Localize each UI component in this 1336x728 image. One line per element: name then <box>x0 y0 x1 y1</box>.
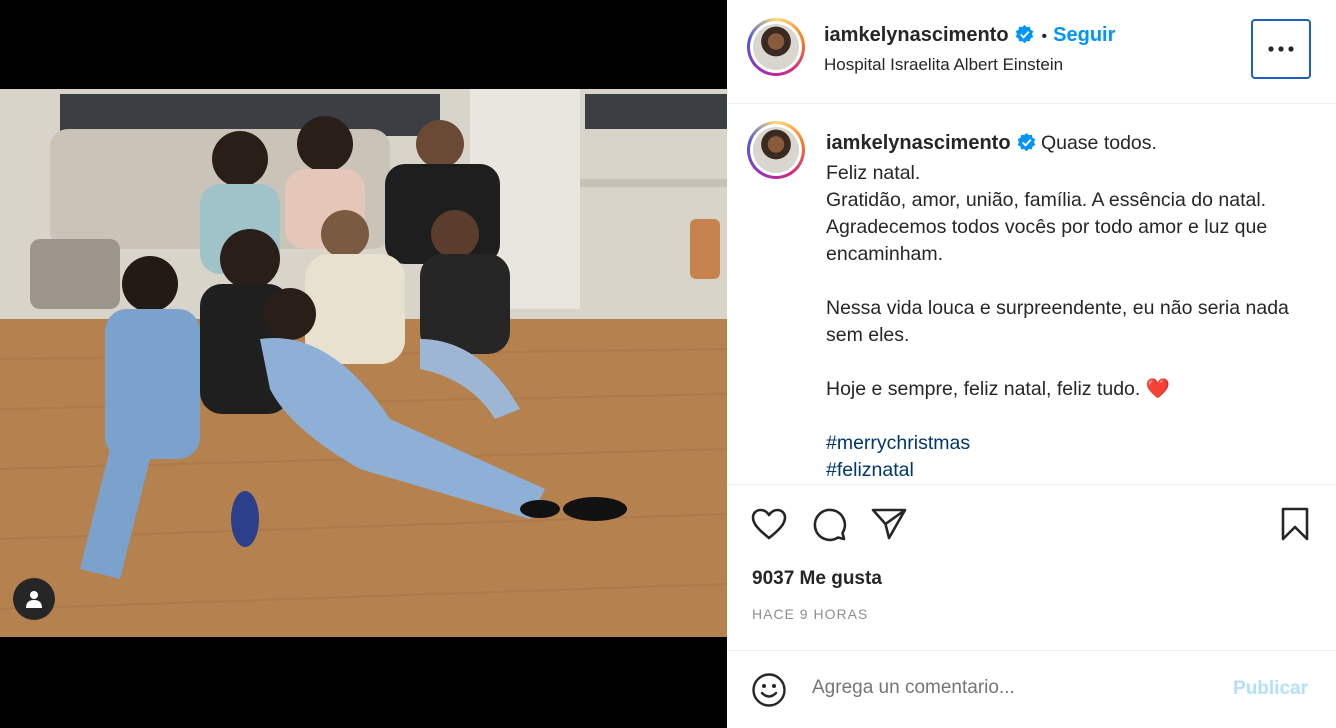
emoji-icon <box>752 673 786 707</box>
caption-line: Gratidão, amor, união, família. A essênc… <box>826 189 1268 265</box>
comment-input[interactable] <box>812 677 1192 699</box>
verified-badge-icon <box>1017 133 1036 160</box>
follow-button[interactable]: Seguir <box>1053 24 1115 46</box>
caption-line: Quase todos. <box>1040 132 1157 154</box>
media-pane <box>0 0 727 728</box>
caption-line: Nessa vida louca e surpreendente, eu não… <box>826 297 1289 346</box>
post-details-panel: iamkelynascimento • Seguir Hospital Israel… <box>727 0 1336 728</box>
comment-bubble-icon <box>813 508 847 542</box>
post-header: iamkelynascimento • Seguir Hospital Israel… <box>727 0 1336 104</box>
caption-avatar[interactable] <box>747 121 805 179</box>
paper-plane-icon <box>871 508 907 540</box>
post-timestamp[interactable]: HACE 9 HORAS <box>752 606 868 622</box>
author-username[interactable]: iamkelynascimento <box>824 24 1009 46</box>
save-button[interactable] <box>1275 504 1315 544</box>
comment-button[interactable] <box>809 504 849 544</box>
author-avatar[interactable] <box>747 18 805 76</box>
author-line: iamkelynascimento • Seguir <box>824 24 1115 49</box>
user-tag-icon <box>26 591 42 608</box>
bookmark-icon <box>1281 507 1309 541</box>
post-viewer: iamkelynascimento • Seguir Hospital Israel… <box>0 0 1336 728</box>
comment-bar: Publicar <box>727 650 1336 728</box>
separator-dot: • <box>1041 28 1048 45</box>
hashtag-link[interactable]: #merrychristmas <box>826 432 970 454</box>
caption-line: Feliz natal. <box>826 162 921 184</box>
likes-count[interactable]: 9037 Me gusta <box>752 568 882 590</box>
caption-blank <box>826 268 1306 295</box>
emoji-button[interactable] <box>749 670 789 710</box>
more-options-button[interactable] <box>1251 19 1311 79</box>
caption-text: iamkelynascimento Quase todos. Feliz nat… <box>826 130 1306 484</box>
heart-icon <box>751 508 787 540</box>
publish-button[interactable]: Publicar <box>1233 678 1308 700</box>
user-tag-button[interactable] <box>13 578 55 620</box>
photo-illustration <box>0 89 727 637</box>
caption-username[interactable]: iamkelynascimento <box>826 132 1011 154</box>
location-link[interactable]: Hospital Israelita Albert Einstein <box>824 55 1063 75</box>
share-button[interactable] <box>869 504 909 544</box>
like-button[interactable] <box>749 504 789 544</box>
verified-badge-icon <box>1015 25 1034 49</box>
post-photo[interactable] <box>0 89 727 637</box>
caption-blank <box>826 349 1306 376</box>
caption-blank <box>826 403 1306 430</box>
more-options-icon <box>1268 46 1294 52</box>
post-actions: 9037 Me gusta HACE 9 HORAS <box>727 484 1336 651</box>
caption-line: Hoje e sempre, feliz natal, feliz tudo. … <box>826 378 1171 400</box>
caption-area: iamkelynascimento Quase todos. Feliz nat… <box>727 104 1336 484</box>
hashtag-link[interactable]: #feliznatal <box>826 459 914 481</box>
